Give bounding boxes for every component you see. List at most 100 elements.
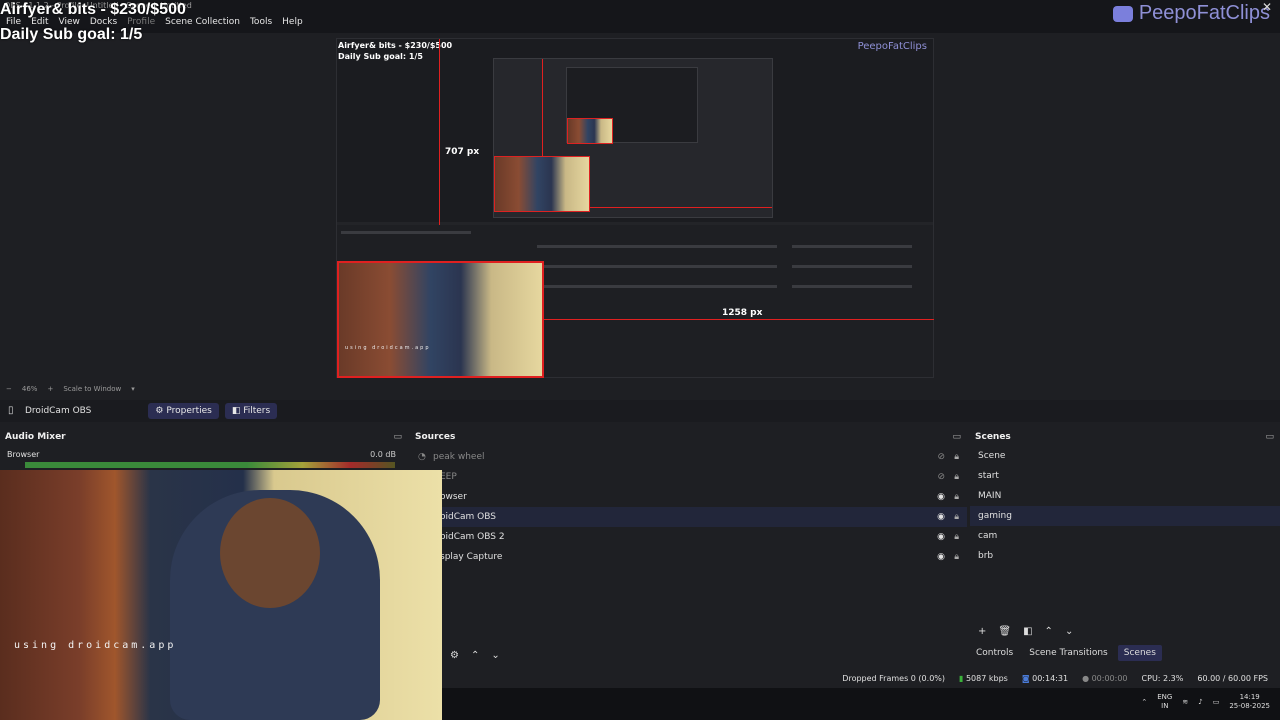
- scene-item-selected[interactable]: gaming: [970, 506, 1280, 526]
- tab-scene-transitions[interactable]: Scene Transitions: [1023, 645, 1114, 661]
- nested-preview-top: Airfyer& bits - $230/$500 Daily Sub goal…: [337, 39, 933, 222]
- volume-icon[interactable]: ♪: [1198, 698, 1202, 706]
- gear-icon[interactable]: ⚙: [450, 650, 459, 661]
- sub-goal-overlay: Daily Sub goal: 1/5: [0, 26, 143, 43]
- sources-toolbar: ⚙ ⌃ ⌄: [450, 650, 500, 661]
- webcam-overlay: using droidcam.app: [0, 470, 442, 720]
- scene-label: Scene: [978, 451, 1006, 461]
- language-region: IN: [1161, 702, 1169, 710]
- guide-line-horizontal: [544, 319, 934, 320]
- mixer-channel-db: 0.0 dB: [370, 450, 396, 459]
- source-item[interactable]: splay Capture ◉ 🔒︎: [410, 547, 967, 567]
- source-item[interactable]: owser ◉ 🔒︎: [410, 487, 967, 507]
- move-down-icon[interactable]: ⌄: [491, 650, 499, 661]
- clock[interactable]: 14:19 25-08-2025: [1229, 693, 1270, 711]
- scene-item[interactable]: brb: [970, 546, 1280, 566]
- filters-button[interactable]: ◧ Filters: [224, 403, 278, 419]
- lock-icon[interactable]: 🔒︎: [954, 512, 959, 522]
- record-time-value: 00:00:00: [1091, 673, 1128, 683]
- scene-item[interactable]: start: [970, 466, 1280, 486]
- nested-brand: PeepoFatClips: [857, 41, 927, 52]
- lock-icon[interactable]: 🔒︎: [954, 532, 959, 542]
- nested-sub-overlay: Daily Sub goal: 1/5: [338, 52, 423, 61]
- tab-scenes[interactable]: Scenes: [1117, 645, 1162, 661]
- move-down-icon[interactable]: ⌄: [1065, 626, 1073, 637]
- discord-icon: [1112, 5, 1133, 22]
- dock-menu-icon[interactable]: ▭: [952, 432, 961, 442]
- stream-time-value: 00:14:31: [1032, 673, 1069, 683]
- trash-icon[interactable]: 🗑︎: [998, 626, 1011, 637]
- properties-label: Properties: [166, 406, 212, 416]
- width-measure-label: 1258 px: [722, 308, 763, 318]
- scenes-dock: Scenes ▭ Scene start MAIN gaming cam brb…: [970, 428, 1280, 668]
- source-item[interactable]: oidCam OBS ◉ 🔒︎: [410, 507, 967, 527]
- eye-icon[interactable]: ◉: [937, 512, 945, 522]
- webcam-face: [220, 498, 320, 608]
- nested-cam-level3: [567, 118, 613, 144]
- status-bar: Dropped Frames 0 (0.0%) ▮ 5087 kbps ◙ 00…: [442, 668, 1280, 688]
- source-item[interactable]: oidCam OBS 2 ◉ 🔒︎: [410, 527, 967, 547]
- sources-dock: Sources ▭ ◔ peak wheel ⊘ 🔒︎ EEP ⊘ 🔒︎ ows…: [410, 428, 967, 668]
- move-up-icon[interactable]: ⌃: [471, 650, 479, 661]
- nested-bits-overlay: Airfyer& bits - $230/$500: [338, 41, 453, 50]
- selected-source-droidcam[interactable]: using droidcam.app: [337, 261, 544, 378]
- obs-window: OBS 31.1.2 - Profile: Untitled - Scenes:…: [0, 0, 1280, 720]
- scene-item[interactable]: MAIN: [970, 486, 1280, 506]
- height-measure-label: 707 px: [445, 147, 480, 157]
- filter-icon[interactable]: ◧: [1023, 626, 1032, 637]
- move-up-icon[interactable]: ⌃: [1045, 626, 1053, 637]
- close-icon[interactable]: ✕: [1262, 0, 1272, 14]
- nested-toolbar: [341, 231, 471, 234]
- lock-icon[interactable]: 🔒︎: [954, 492, 959, 502]
- eye-icon[interactable]: ◉: [937, 492, 945, 502]
- eye-hidden-icon[interactable]: ⊘: [937, 452, 945, 462]
- selected-source-name: DroidCam OBS: [25, 406, 92, 416]
- zoom-out-button[interactable]: −: [6, 385, 12, 393]
- eye-icon[interactable]: ◉: [937, 552, 945, 562]
- nested-cam-label: using droidcam.app: [345, 345, 431, 351]
- source-item[interactable]: EEP ⊘ 🔒︎: [410, 467, 967, 487]
- nested-sources-row: [537, 285, 777, 288]
- zoom-in-button[interactable]: +: [47, 385, 53, 393]
- source-label: splay Capture: [440, 552, 503, 562]
- scale-mode-select[interactable]: Scale to Window: [63, 385, 121, 393]
- language-indicator[interactable]: ENG IN: [1157, 693, 1172, 711]
- record-time: ● 00:00:00: [1082, 674, 1127, 683]
- bitrate-value: 5087 kbps: [965, 673, 1008, 683]
- properties-button[interactable]: ⚙ Properties: [148, 403, 219, 419]
- eye-hidden-icon[interactable]: ⊘: [937, 472, 945, 482]
- nested-sources-row: [537, 245, 777, 248]
- source-item[interactable]: ◔ peak wheel ⊘ 🔒︎: [410, 447, 967, 467]
- mixer-channel-name: Browser: [7, 450, 40, 459]
- scene-label: brb: [978, 551, 994, 561]
- nested-preview-level2: [493, 58, 773, 218]
- cpu-usage: CPU: 2.3%: [1141, 673, 1184, 683]
- battery-icon[interactable]: ▭: [1213, 698, 1220, 706]
- scene-item[interactable]: Scene: [970, 446, 1280, 466]
- wifi-icon[interactable]: ≋: [1182, 698, 1188, 706]
- lock-icon[interactable]: 🔒︎: [954, 552, 959, 562]
- scene-item[interactable]: cam: [970, 526, 1280, 546]
- chevron-down-icon[interactable]: ▾: [131, 385, 135, 393]
- scene-label: start: [978, 471, 999, 481]
- stream-time: ◙ 00:14:31: [1022, 674, 1068, 683]
- lock-icon[interactable]: 🔒︎: [954, 452, 959, 462]
- source-label: oidCam OBS 2: [440, 532, 505, 542]
- preview-area[interactable]: Airfyer& bits - $230/$500 Daily Sub goal…: [0, 33, 1280, 383]
- clock-time: 14:19: [1239, 693, 1260, 701]
- menu-tools[interactable]: Tools: [250, 17, 272, 27]
- eye-icon[interactable]: ◉: [937, 532, 945, 542]
- filters-label: Filters: [243, 406, 271, 416]
- scene-label: MAIN: [978, 491, 1002, 501]
- tray-chevron-icon[interactable]: ⌃: [1141, 698, 1147, 706]
- clock-date: 25-08-2025: [1229, 702, 1270, 710]
- lock-icon[interactable]: 🔒︎: [954, 472, 959, 482]
- language-code: ENG: [1157, 693, 1173, 701]
- nested-scenes-row: [792, 285, 912, 288]
- dock-menu-icon[interactable]: ▭: [1265, 432, 1274, 442]
- menu-help[interactable]: Help: [282, 17, 303, 27]
- tab-controls[interactable]: Controls: [970, 645, 1019, 661]
- volume-meter[interactable]: [25, 462, 395, 468]
- dock-menu-icon[interactable]: ▭: [393, 432, 402, 442]
- add-icon[interactable]: +: [978, 626, 986, 637]
